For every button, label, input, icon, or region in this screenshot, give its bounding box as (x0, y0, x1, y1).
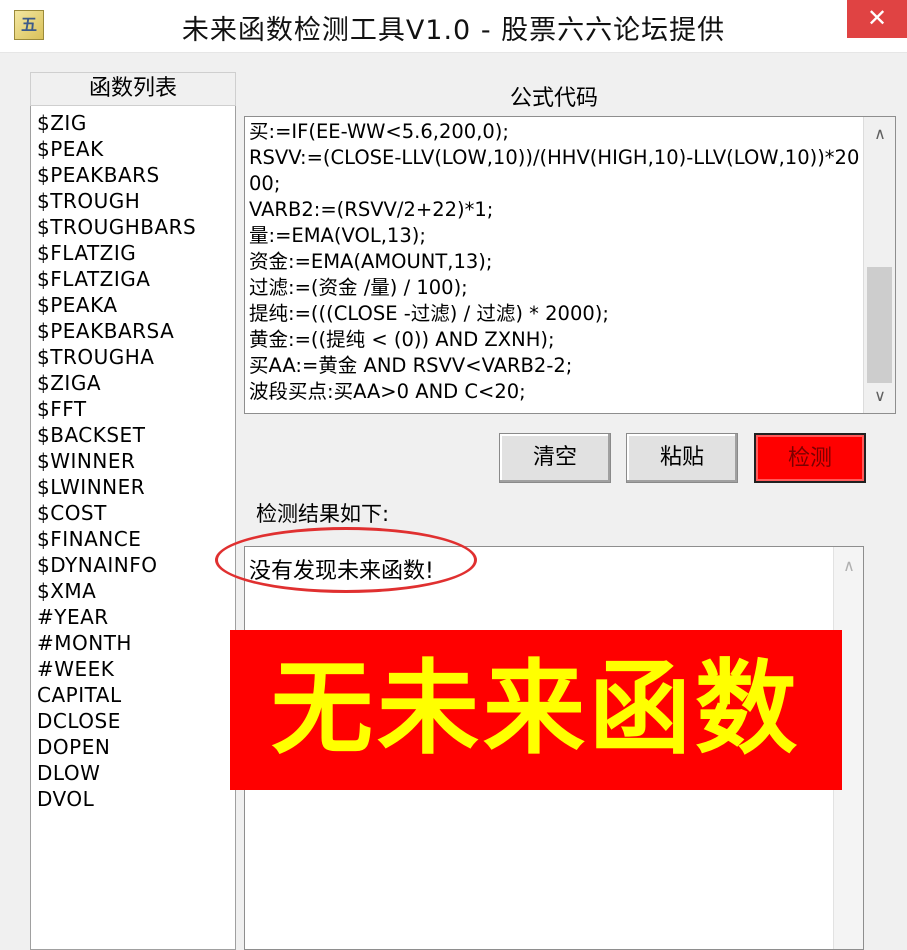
function-list-item[interactable]: #MONTH (37, 630, 235, 656)
scrollbar-thumb[interactable] (867, 267, 892, 383)
function-list-item[interactable]: CAPITAL (37, 682, 235, 708)
formula-line: RSVV:=(CLOSE-LLV(LOW,10))/(HHV(HIGH,10)-… (249, 146, 860, 195)
function-list-item[interactable]: $TROUGH (37, 188, 235, 214)
function-list-item[interactable]: $PEAKBARS (37, 162, 235, 188)
paste-button[interactable]: 粘贴 (626, 433, 738, 483)
function-list-item[interactable]: $FLATZIG (37, 240, 235, 266)
formula-line: 过滤:=(资金 /量) / 100); (249, 276, 468, 299)
function-list-item[interactable]: $XMA (37, 578, 235, 604)
formula-line: 买AA:=黄金 AND RSVV<VARB2-2; (249, 354, 573, 377)
function-list-item[interactable]: DOPEN (37, 734, 235, 760)
function-list-item[interactable]: $ZIG (37, 110, 235, 136)
result-label: 检测结果如下: (256, 502, 390, 526)
function-list-item[interactable]: $LWINNER (37, 474, 235, 500)
window-title: 未来函数检测工具V1.0 - 股票六六论坛提供 (181, 15, 726, 46)
function-list-item[interactable]: $PEAK (37, 136, 235, 162)
title-bar: 五 未来函数检测工具V1.0 - 股票六六论坛提供 ✕ (0, 0, 907, 53)
function-list-item[interactable]: $PEAKBARSA (37, 318, 235, 344)
function-list-item[interactable]: $FLATZIGA (37, 266, 235, 292)
chevron-up-icon[interactable]: ∧ (864, 119, 896, 149)
function-list-item[interactable]: $TROUGHA (37, 344, 235, 370)
formula-label: 公式代码 (509, 86, 598, 111)
formula-line: 提纯:=(((CLOSE -过滤) / 过滤) * 2000); (249, 302, 609, 325)
formula-line: 买:=IF(EE-WW<5.6,200,0); (249, 120, 509, 143)
formula-line: 波段买点:买AA>0 AND C<20; (249, 380, 526, 403)
function-list-item[interactable]: #YEAR (37, 604, 235, 630)
formula-line: 黄金:=((提纯 < (0)) AND ZXNH); (249, 328, 555, 351)
function-list-item[interactable]: #WEEK (37, 656, 235, 682)
formula-line: 量:=EMA(VOL,13); (249, 224, 426, 247)
function-list-item[interactable]: $FFT (37, 396, 235, 422)
clear-button[interactable]: 清空 (499, 433, 611, 483)
function-list-item[interactable]: $BACKSET (37, 422, 235, 448)
function-list-header[interactable]: 函数列表 (30, 72, 236, 106)
close-icon: ✕ (866, 4, 888, 32)
chevron-up-icon[interactable]: ∧ (834, 551, 864, 581)
result-banner: 无未来函数 (230, 630, 842, 790)
function-list-item[interactable]: $FINANCE (37, 526, 235, 552)
formula-scrollbar[interactable]: ∧ ∨ (863, 117, 895, 413)
function-list-item[interactable]: $COST (37, 500, 235, 526)
function-list-item[interactable]: DVOL (37, 786, 235, 812)
function-list-item[interactable]: DCLOSE (37, 708, 235, 734)
formula-code-text[interactable]: 买:=IF(EE-WW<5.6,200,0); RSVV:=(CLOSE-LLV(… (249, 119, 861, 405)
function-list[interactable]: $ZIG $PEAK $PEAKBARS $TROUGH $TROUGHBARS $FLA… (30, 106, 236, 950)
function-list-item[interactable]: DLOW (37, 760, 235, 786)
formula-line: VARB2:=(RSVV/2+22)*1; (249, 198, 494, 221)
highlight-oval (215, 527, 477, 593)
formula-editor[interactable]: 买:=IF(EE-WW<5.6,200,0); RSVV:=(CLOSE-LLV(… (244, 116, 896, 414)
function-list-item[interactable]: $ZIGA (37, 370, 235, 396)
formula-line: 资金:=EMA(AMOUNT,13); (249, 250, 493, 273)
detect-button[interactable]: 检测 (754, 433, 866, 483)
close-button[interactable]: ✕ (847, 0, 907, 38)
function-list-item[interactable]: $DYNAINFO (37, 552, 235, 578)
banner-text: 无未来函数 (271, 650, 801, 769)
chevron-down-icon[interactable]: ∨ (864, 381, 896, 411)
function-list-item[interactable]: $TROUGHBARS (37, 214, 235, 240)
function-list-item[interactable]: $PEAKA (37, 292, 235, 318)
function-list-item[interactable]: $WINNER (37, 448, 235, 474)
